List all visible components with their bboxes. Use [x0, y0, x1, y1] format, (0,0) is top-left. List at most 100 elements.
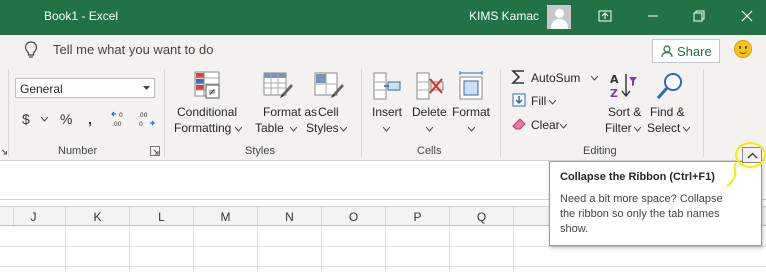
grid-column-line	[193, 226, 194, 272]
tooltip-line-2: the ribbon so only the tab names	[560, 208, 720, 220]
insert-label[interactable]: Insert	[372, 105, 402, 119]
number-group-label: Number	[58, 145, 98, 157]
minimize-icon	[648, 15, 658, 17]
grid-column-line	[321, 226, 322, 272]
user-name[interactable]: KIMS Kamac	[469, 9, 539, 23]
grid-row-line	[0, 266, 766, 267]
insert-cells-icon[interactable]	[372, 71, 402, 101]
column-header-j[interactable]: J	[2, 207, 66, 227]
tell-me-input[interactable]: Tell me what you want to do	[53, 42, 213, 57]
conditional-formatting-label-2[interactable]: Formatting	[174, 121, 231, 135]
column-header-p[interactable]: P	[386, 207, 450, 227]
svg-text:.00: .00	[112, 121, 122, 128]
find-select-label-2[interactable]: Select	[647, 121, 680, 135]
decrease-decimal-icon[interactable]: .000	[137, 110, 157, 128]
chevron-down-icon	[383, 127, 390, 132]
document-title: Book1 - Excel	[44, 9, 119, 23]
svg-text:.00: .00	[138, 112, 148, 119]
user-avatar-icon[interactable]	[547, 5, 571, 29]
column-header-l[interactable]: L	[130, 207, 194, 227]
svg-text:Z: Z	[610, 87, 618, 100]
grid-column-line	[257, 226, 258, 272]
chevron-down-icon[interactable]	[560, 124, 567, 129]
sort-filter-label-1[interactable]: Sort &	[608, 105, 641, 119]
chevron-down-icon	[468, 127, 475, 132]
cell-styles-icon[interactable]	[313, 70, 345, 100]
grid-column-line	[449, 226, 450, 272]
grid-column-line	[65, 226, 66, 272]
person-icon	[661, 45, 673, 58]
column-header-o[interactable]: O	[322, 207, 386, 227]
fill-down-icon[interactable]	[512, 93, 526, 107]
sort-filter-icon[interactable]: AZ	[608, 71, 638, 101]
close-button[interactable]	[734, 4, 760, 28]
grid-column-line	[513, 226, 514, 272]
grid-column-line	[129, 226, 130, 272]
editing-group-label: Editing	[583, 145, 617, 157]
chevron-down-icon	[340, 127, 347, 132]
share-button[interactable]: Share	[652, 39, 720, 63]
chevron-down-icon[interactable]	[549, 100, 556, 105]
cell-styles-label-2[interactable]: Styles	[306, 121, 339, 135]
svg-text:≠: ≠	[208, 87, 216, 98]
format-as-table-icon[interactable]	[262, 70, 294, 100]
minimize-button[interactable]	[640, 4, 666, 28]
lightbulb-icon	[24, 41, 38, 58]
tooltip-line-3: show.	[560, 223, 589, 235]
format-as-table-label-1[interactable]: Format as	[263, 105, 317, 119]
eraser-icon[interactable]	[512, 116, 527, 130]
delete-label[interactable]: Delete	[412, 105, 447, 119]
column-header-m[interactable]: M	[194, 207, 258, 227]
close-icon	[741, 10, 753, 22]
clear-button[interactable]: Clear	[531, 118, 560, 132]
chevron-down-icon	[143, 86, 150, 90]
format-cells-icon[interactable]	[456, 71, 486, 101]
ribbon-display-options-button[interactable]	[592, 4, 618, 28]
svg-text:0: 0	[139, 121, 143, 128]
chevron-down-icon	[235, 127, 242, 132]
magnifier-icon[interactable]	[655, 71, 685, 101]
format-label[interactable]: Format	[452, 105, 490, 119]
conditional-formatting-label-1[interactable]: Conditional	[177, 105, 237, 119]
grid-column-line	[385, 226, 386, 272]
chevron-down-icon	[683, 127, 690, 132]
delete-cells-icon[interactable]	[415, 71, 445, 101]
chevron-down-icon[interactable]	[591, 76, 598, 81]
number-format-value: General	[20, 82, 63, 96]
number-format-dropdown[interactable]: General	[15, 78, 155, 98]
format-as-table-label-2[interactable]: Table	[255, 121, 284, 135]
dialog-launcher-icon[interactable]	[0, 146, 10, 156]
find-select-label-1[interactable]: Find &	[650, 105, 685, 119]
styles-group-label: Styles	[245, 145, 275, 157]
autosum-button[interactable]: AutoSum	[531, 71, 580, 85]
dialog-launcher-icon[interactable]	[150, 146, 160, 156]
title-bar: Book1 - Excel KIMS Kamac	[0, 0, 766, 35]
highlight-pen-stroke	[726, 162, 737, 187]
comma-style-button[interactable]: ,	[88, 111, 92, 127]
smiley-feedback-icon[interactable]	[734, 40, 752, 58]
share-label: Share	[677, 44, 712, 59]
autosum-icon[interactable]	[511, 69, 527, 85]
currency-format-button[interactable]: $	[22, 111, 30, 127]
cell-styles-label-1[interactable]: Cell	[318, 105, 339, 119]
column-header-k[interactable]: K	[66, 207, 130, 227]
ribbon: General $ % , 0.00 .00 0 Number ≠ Conditi…	[0, 65, 766, 161]
chevron-down-icon	[290, 127, 297, 132]
chevron-down-icon[interactable]	[41, 117, 48, 122]
tell-me-bar: Tell me what you want to do Share	[0, 35, 766, 65]
fill-button[interactable]: Fill	[531, 94, 546, 108]
column-header-n[interactable]: N	[258, 207, 322, 227]
svg-text:A: A	[610, 73, 619, 86]
ribbon-display-icon	[598, 10, 612, 22]
restore-button[interactable]	[686, 4, 712, 28]
percent-style-button[interactable]: %	[60, 111, 72, 127]
increase-decimal-icon[interactable]: 0.00	[111, 110, 131, 128]
conditional-formatting-icon[interactable]: ≠	[193, 70, 223, 100]
chevron-down-icon	[426, 127, 433, 132]
column-header-q[interactable]: Q	[450, 207, 514, 227]
tooltip-title: Collapse the Ribbon (Ctrl+F1)	[560, 171, 715, 183]
restore-icon	[693, 10, 705, 22]
sort-filter-label-2[interactable]: Filter	[605, 121, 632, 135]
chevron-down-icon	[634, 127, 641, 132]
cells-group-label: Cells	[417, 145, 442, 157]
